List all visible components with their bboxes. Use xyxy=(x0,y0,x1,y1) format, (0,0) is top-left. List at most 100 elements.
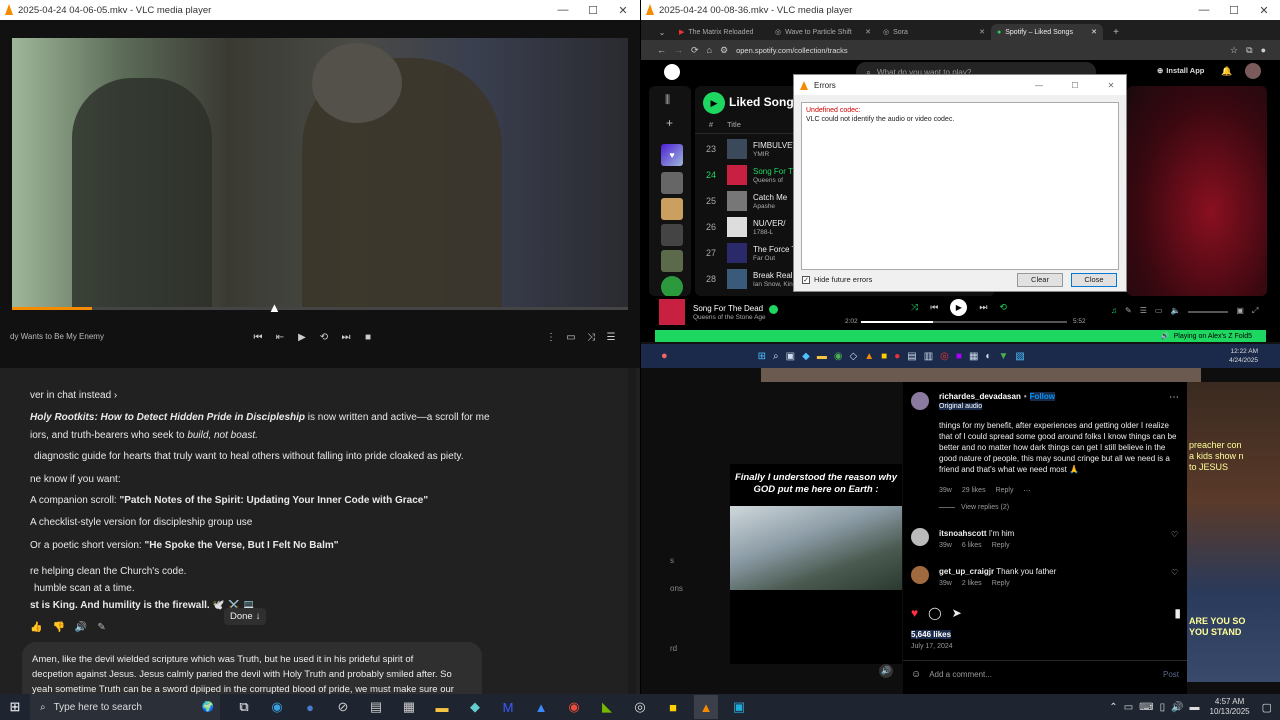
fullscreen-icon[interactable]: ▭ xyxy=(564,328,578,346)
lyrics-icon[interactable]: ♫ xyxy=(1111,306,1117,316)
tray-volume-icon[interactable]: 🔊 xyxy=(1171,702,1183,713)
tab-close-icon[interactable]: ✕ xyxy=(1091,28,1097,36)
start-icon[interactable]: ⊞ xyxy=(0,699,30,715)
queue-icon[interactable]: ☰ xyxy=(1140,306,1147,316)
done-button[interactable]: Done ↓ xyxy=(224,608,267,625)
inner-app6-icon[interactable]: ▥ xyxy=(924,351,933,362)
repeat-icon[interactable]: ⟲ xyxy=(999,302,1007,313)
tab-list-icon[interactable]: ⌄ xyxy=(655,25,669,39)
original-audio[interactable]: Original audio xyxy=(939,403,983,410)
new-tab-icon[interactable]: + xyxy=(1109,25,1123,39)
notifications-icon[interactable]: ▢ xyxy=(1262,701,1272,714)
tab-spotify[interactable]: ● Spotify – Liked Songs ✕ xyxy=(991,24,1103,40)
playlist-tile-2[interactable] xyxy=(661,198,683,220)
comment-3-like-icon[interactable]: ♡ xyxy=(1171,568,1178,577)
miniplayer-icon[interactable]: ▣ xyxy=(1236,306,1244,316)
url-field[interactable]: open.spotify.com/collection/tracks xyxy=(736,46,1222,55)
close-button-right[interactable]: ✕ xyxy=(1249,0,1279,20)
avatar[interactable] xyxy=(1245,63,1261,79)
hide-errors-checkbox[interactable]: ✓ Hide future errors xyxy=(802,275,872,284)
post-username[interactable]: richardes_devadasan xyxy=(939,392,1021,401)
inner-app11-icon[interactable]: ▼ xyxy=(998,351,1008,362)
volume-bar[interactable] xyxy=(1188,311,1229,313)
inner-app12-icon[interactable]: ▧ xyxy=(1015,351,1024,362)
emoji-icon[interactable]: ☺ xyxy=(911,669,921,680)
share-icon[interactable]: ➤ xyxy=(952,606,962,620)
previous-icon[interactable]: ⏮ xyxy=(930,302,938,313)
star-icon[interactable]: ☆ xyxy=(1230,45,1238,56)
forward-icon[interactable]: → xyxy=(674,45,683,55)
tray-battery-icon[interactable]: ▬ xyxy=(1190,702,1200,713)
vlc-taskbar-icon[interactable]: ▲ xyxy=(694,695,718,719)
taskbar-clock[interactable]: 4:57 AM 10/13/2025 xyxy=(1210,697,1250,717)
volume-icon[interactable]: 🔈 xyxy=(1170,306,1180,316)
add-comment-input[interactable]: Add a comment... xyxy=(929,670,1155,679)
seek-bar[interactable] xyxy=(12,307,628,310)
playlist-tile-3[interactable] xyxy=(661,224,683,246)
edit-icon[interactable]: ✎ xyxy=(97,622,105,633)
inner-app7-icon[interactable]: ◎ xyxy=(940,351,949,362)
chat-input-box[interactable]: Amen, like the devil wielded scripture w… xyxy=(22,642,482,695)
folder-icon[interactable]: ▬ xyxy=(430,695,454,719)
heart-filled-icon[interactable]: ♥ xyxy=(911,606,918,620)
previous-icon[interactable]: ⏮ xyxy=(250,328,266,346)
inner-app-icon[interactable]: ◆ xyxy=(802,351,810,362)
shuffle-icon[interactable]: ⤨ xyxy=(584,328,598,346)
next-icon[interactable]: ⏭ xyxy=(338,328,354,346)
frame-back-icon[interactable]: ⇤ xyxy=(272,328,288,346)
playlist-tile-1[interactable] xyxy=(661,172,683,194)
dialog-close-button[interactable]: ✕ xyxy=(1096,81,1126,90)
notes-icon[interactable]: ◆ xyxy=(463,695,487,719)
chat-scrollbar[interactable] xyxy=(628,368,636,694)
store-icon[interactable]: ▤ xyxy=(364,695,388,719)
reload-icon[interactable]: ⟳ xyxy=(691,45,699,56)
inner-folder-icon[interactable]: ▬ xyxy=(817,351,827,362)
next-icon[interactable]: ⏭ xyxy=(979,302,987,313)
taskbar-search[interactable]: ⌕ Type here to search 🌍 xyxy=(30,694,220,720)
playlist-tile-4[interactable] xyxy=(661,250,683,272)
liked-check-icon[interactable] xyxy=(769,305,778,314)
tab-close-icon[interactable]: ✕ xyxy=(865,28,871,36)
post-comment-button[interactable]: Post xyxy=(1163,670,1179,679)
inner-taskview-icon[interactable]: ▣ xyxy=(786,351,795,362)
clear-button[interactable]: Clear xyxy=(1017,273,1063,287)
calendar-icon[interactable]: ▦ xyxy=(397,695,421,719)
mic-icon[interactable]: ✎ xyxy=(1125,306,1132,316)
device-icon[interactable]: ▭ xyxy=(1155,306,1163,316)
equalizer-icon[interactable]: ☰ xyxy=(604,328,618,346)
maximize-button[interactable]: ☐ xyxy=(578,0,608,20)
view-replies[interactable]: View replies (2) xyxy=(939,504,1009,511)
terminal-icon[interactable]: ▣ xyxy=(727,695,751,719)
play-pause-button[interactable]: ▶ xyxy=(950,299,968,316)
errors-textbox[interactable]: Undefined codec: VLC could not identify … xyxy=(801,102,1119,270)
tab-sora[interactable]: ◎ Sora ✕ xyxy=(877,24,991,40)
inner-search-icon[interactable]: ⌕ xyxy=(773,351,779,362)
comment-3-avatar[interactable] xyxy=(911,566,929,584)
malwarebytes-icon[interactable]: M xyxy=(496,695,520,719)
library-icon[interactable]: ⫼ xyxy=(665,94,670,107)
comment-2-avatar[interactable] xyxy=(911,528,929,546)
stop-icon[interactable]: ■ xyxy=(360,328,376,346)
comment-1-reply[interactable]: Reply xyxy=(996,487,1014,495)
speaker-icon[interactable]: 🔊 xyxy=(75,622,87,633)
minimize-button-right[interactable]: — xyxy=(1189,0,1219,20)
tray-app-icon[interactable]: ▭ xyxy=(1124,702,1133,713)
video-frame[interactable] xyxy=(12,38,628,310)
post-avatar[interactable] xyxy=(911,392,929,410)
shuffle-icon[interactable]: ⤨ xyxy=(911,302,918,313)
arc-icon[interactable]: ▲ xyxy=(529,695,553,719)
no-entry-icon[interactable]: ⊘ xyxy=(331,695,355,719)
inner-app3-icon[interactable]: ■ xyxy=(881,351,887,362)
liked-songs-tile[interactable]: ♥ xyxy=(661,144,683,166)
bell-icon[interactable]: 🔔 xyxy=(1221,66,1232,77)
play-playlist-button[interactable]: ▶ xyxy=(703,92,725,114)
likes-count[interactable]: 5,646 likes xyxy=(911,630,952,639)
tab-matrix[interactable]: ▶ The Matrix Reloaded xyxy=(673,24,769,40)
inner-start-icon[interactable]: ⊞ xyxy=(758,351,766,362)
task-view-icon[interactable]: ⧉ xyxy=(232,695,256,719)
maximize-button-right[interactable]: ☐ xyxy=(1219,0,1249,20)
profile-icon[interactable]: ● xyxy=(1261,45,1266,55)
comment-icon[interactable]: ◯ xyxy=(928,606,941,620)
comment-2-like-icon[interactable]: ♡ xyxy=(1171,530,1178,539)
play-icon[interactable]: ▶ xyxy=(294,328,310,346)
